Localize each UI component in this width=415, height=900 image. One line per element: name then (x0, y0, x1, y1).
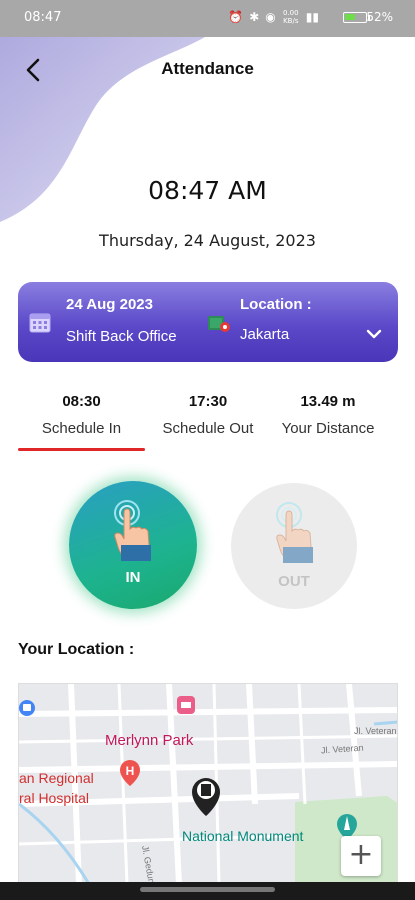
zoom-in-button[interactable]: + (341, 836, 381, 876)
distance-value: 13.49 m (300, 393, 356, 410)
calendar-icon (29, 313, 51, 333)
tap-hand-icon (276, 502, 313, 563)
distance-label: Your Distance (281, 420, 375, 437)
schedule-in-label: Schedule In (41, 420, 122, 437)
chevron-down-icon[interactable] (366, 328, 382, 340)
signal-icon: ▮▮ (305, 10, 319, 24)
battery-icon (343, 12, 370, 23)
clock-out-button[interactable]: OUT (231, 483, 357, 609)
map-label-hospital-line2: ral Hospital (19, 790, 90, 806)
active-tab-indicator (18, 448, 145, 451)
schedule-in-stat[interactable]: 08:30 Schedule In (18, 393, 145, 437)
map-label-monument: National Monument (182, 828, 304, 844)
status-time: 08:47 (24, 10, 62, 25)
home-gesture-handle[interactable] (140, 887, 275, 892)
location-heading: Your Location : (18, 641, 135, 658)
status-icons: ⏰ ✱ ◉ 0.00 KB/s ▮▮ (228, 9, 319, 25)
alarm-icon: ⏰ (228, 10, 244, 24)
clock-in-label: IN (125, 569, 141, 586)
battery-percent: 52% (366, 10, 393, 24)
shift-date: 24 Aug 2023 (66, 296, 153, 313)
distance-stat: 13.49 m Your Distance (268, 393, 388, 437)
page-title: Attendance (161, 59, 254, 78)
location-map[interactable]: H Merlynn Park an Regional ral Hospital … (18, 683, 398, 883)
svg-text:H: H (126, 764, 135, 778)
current-time: 08:47 AM (148, 176, 267, 205)
tap-hand-icon (114, 500, 151, 561)
map-label-hospital-line1: an Regional (19, 770, 94, 786)
shift-name: Shift Back Office (66, 328, 177, 345)
schedule-in-value: 08:30 (62, 393, 101, 410)
transit-marker (19, 700, 35, 716)
clock-in-button[interactable]: IN (69, 481, 197, 609)
schedule-out-label: Schedule Out (162, 420, 254, 437)
bluetooth-icon: ✱ (249, 10, 260, 24)
data-speed-icon: 0.00 KB/s (282, 9, 299, 25)
location-icon: ◉ (265, 10, 276, 24)
clock-out-label: OUT (278, 573, 310, 590)
location-label: Location : (240, 296, 312, 313)
hotel-marker (177, 696, 195, 714)
map-label-street-2: Jl. Veteran (354, 726, 397, 736)
shift-card[interactable]: 24 Aug 2023 Shift Back Office Location :… (18, 282, 398, 362)
system-nav-bar (0, 882, 415, 900)
office-location-icon (208, 316, 230, 332)
schedule-out-stat[interactable]: 17:30 Schedule Out (148, 393, 268, 437)
current-date: Thursday, 24 August, 2023 (99, 231, 316, 250)
schedule-out-value: 17:30 (188, 393, 228, 410)
location-value: Jakarta (240, 326, 290, 343)
map-label-park: Merlynn Park (105, 732, 194, 749)
status-bar: 08:47 ⏰ ✱ ◉ 0.00 KB/s ▮▮ 52% (0, 0, 415, 37)
